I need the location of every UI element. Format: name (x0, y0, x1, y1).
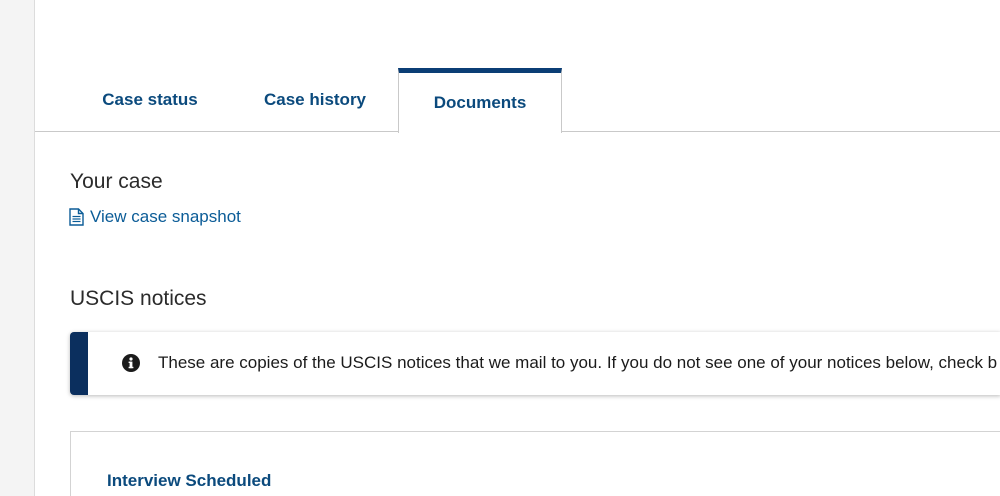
info-alert: These are copies of the USCIS notices th… (70, 332, 1000, 395)
tab-case-status[interactable]: Case status (75, 68, 225, 132)
notice-card: Interview Scheduled (70, 431, 1000, 496)
tab-documents[interactable]: Documents (398, 68, 562, 133)
tab-bar: Case status Case history Documents (35, 0, 1000, 133)
main-panel: Case status Case history Documents Your … (34, 0, 1000, 496)
document-icon (69, 208, 84, 226)
your-case-heading: Your case (70, 170, 163, 193)
info-icon (122, 354, 140, 372)
uscis-notices-heading: USCIS notices (70, 287, 207, 310)
view-case-snapshot-link[interactable]: View case snapshot (69, 207, 241, 227)
notice-title-link[interactable]: Interview Scheduled (107, 471, 271, 491)
alert-message: These are copies of the USCIS notices th… (158, 353, 998, 372)
tab-case-history[interactable]: Case history (240, 68, 390, 132)
view-case-snapshot-label: View case snapshot (90, 207, 241, 226)
